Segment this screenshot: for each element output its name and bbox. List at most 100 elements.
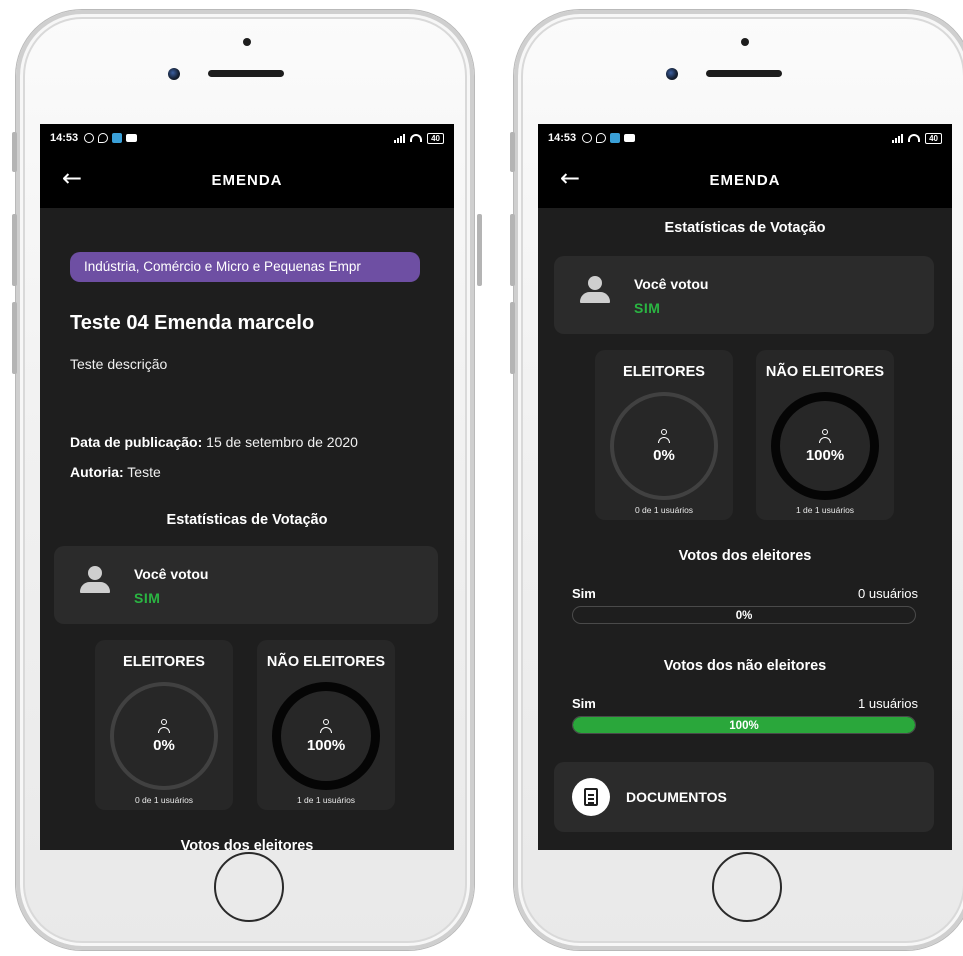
non-electors-title: NÃO ELEITORES xyxy=(266,654,386,670)
user-icon xyxy=(658,428,670,443)
user-icon xyxy=(819,428,831,443)
non-electors-title: NÃO ELEITORES xyxy=(765,364,885,380)
battery-icon: 40 xyxy=(427,132,444,144)
back-arrow-icon[interactable]: ← xyxy=(62,166,82,190)
elector-yes-bar: 0% xyxy=(572,606,916,624)
document-icon xyxy=(572,778,610,816)
category-chip[interactable]: Indústria, Comércio e Micro e Pequenas E… xyxy=(70,252,420,282)
status-bar: 14:53 40 xyxy=(538,124,952,152)
earpiece xyxy=(208,70,284,77)
alarm-icon xyxy=(84,133,95,143)
volume-down-button xyxy=(510,302,515,374)
earpiece xyxy=(706,70,782,77)
publication-date-value: 15 de setembro de 2020 xyxy=(202,434,358,450)
sensor-dot xyxy=(741,38,749,46)
elector-yes-label: Sim xyxy=(572,586,596,601)
elector-votes-title: Votos dos eleitores xyxy=(678,548,812,564)
your-vote-label: Você votou xyxy=(134,566,209,582)
non-electors-percent: 100% xyxy=(306,736,346,754)
volume-up-button xyxy=(12,214,17,286)
electors-footer: 0 de 1 usuários xyxy=(634,505,694,515)
status-time: 14:53 xyxy=(548,132,577,144)
your-vote-card: Você votou SIM xyxy=(54,546,438,624)
front-camera xyxy=(666,68,678,80)
message-icon xyxy=(610,133,621,143)
non-electors-card: NÃO ELEITORES 100% 1 de 1 usuários xyxy=(257,640,395,810)
wifi-icon xyxy=(410,134,423,142)
person-icon xyxy=(578,276,612,306)
documents-label: DOCUMENTOS xyxy=(626,789,727,805)
non-elector-yes-label: Sim xyxy=(572,696,596,711)
volume-up-button xyxy=(510,214,515,286)
non-electors-footer: 1 de 1 usuários xyxy=(795,505,855,515)
author: Autoria: Teste xyxy=(70,464,161,480)
youtube-icon xyxy=(624,134,636,142)
home-button[interactable] xyxy=(712,852,782,922)
status-time: 14:53 xyxy=(50,132,79,144)
elector-yes-count: 0 usuários xyxy=(858,586,918,601)
elector-votes-title: Votos dos eleitores xyxy=(180,838,314,850)
electors-percent: 0% xyxy=(153,736,175,754)
user-icon xyxy=(320,718,332,733)
emenda-title: Teste 04 Emenda marcelo xyxy=(70,312,315,334)
volume-down-button xyxy=(12,302,17,374)
front-camera xyxy=(168,68,180,80)
page-title: EMENDA xyxy=(211,171,283,189)
non-elector-yes-percent: 100% xyxy=(729,720,759,732)
your-vote-label: Você votou xyxy=(634,276,709,292)
non-elector-yes-bar: 100% xyxy=(572,716,916,734)
your-vote-value: SIM xyxy=(634,300,661,316)
electors-ring: 0% xyxy=(610,392,718,500)
documents-button[interactable]: DOCUMENTOS xyxy=(554,762,934,832)
whatsapp-icon xyxy=(98,133,109,143)
status-bar: 14:53 40 xyxy=(40,124,454,152)
user-icon xyxy=(158,718,170,733)
screen: 14:53 40 ← EMENDA Estatísticas de Votaçã… xyxy=(538,124,952,850)
signal-icon xyxy=(394,133,406,143)
mute-switch xyxy=(510,132,515,172)
sensor-dot xyxy=(243,38,251,46)
whatsapp-icon xyxy=(596,133,607,143)
voting-stats-title: Estatísticas de Votação xyxy=(166,512,328,528)
phone-frame-right: 14:53 40 ← EMENDA Estatísticas de Votaçã… xyxy=(510,10,963,950)
mute-switch xyxy=(12,132,17,172)
power-button xyxy=(477,214,482,286)
your-vote-value: SIM xyxy=(134,590,161,606)
publication-date: Data de publicação: 15 de setembro de 20… xyxy=(70,434,358,450)
author-value: Teste xyxy=(123,464,161,480)
app-bar: ← EMENDA xyxy=(40,152,454,208)
battery-icon: 40 xyxy=(925,132,942,144)
electors-card: ELEITORES 0% 0 de 1 usuários xyxy=(95,640,233,810)
person-icon xyxy=(78,566,112,596)
voting-stats-title: Estatísticas de Votação xyxy=(664,220,826,236)
electors-footer: 0 de 1 usuários xyxy=(134,795,194,805)
non-electors-ring: 100% xyxy=(771,392,879,500)
electors-title: ELEITORES xyxy=(623,364,705,380)
message-icon xyxy=(112,133,123,143)
emenda-description: Teste descrição xyxy=(70,356,168,372)
non-electors-footer: 1 de 1 usuários xyxy=(296,795,356,805)
electors-title: ELEITORES xyxy=(123,654,205,670)
electors-percent: 0% xyxy=(653,446,675,464)
your-vote-card: Você votou SIM xyxy=(554,256,934,334)
page-title: EMENDA xyxy=(709,171,781,189)
electors-ring: 0% xyxy=(110,682,218,790)
home-button[interactable] xyxy=(214,852,284,922)
signal-icon xyxy=(892,133,904,143)
phone-frame-left: 14:53 40 ← EMENDA Indústria, Comércio e … xyxy=(12,10,482,950)
content: Estatísticas de Votação Você votou SIM E… xyxy=(538,208,952,850)
non-electors-percent: 100% xyxy=(805,446,845,464)
non-electors-ring: 100% xyxy=(272,682,380,790)
wifi-icon xyxy=(908,134,921,142)
non-electors-card: NÃO ELEITORES 100% 1 de 1 usuários xyxy=(756,350,894,520)
electors-card: ELEITORES 0% 0 de 1 usuários xyxy=(595,350,733,520)
alarm-icon xyxy=(582,133,593,143)
youtube-icon xyxy=(126,134,138,142)
author-label: Autoria: xyxy=(70,464,124,480)
non-elector-votes-title: Votos dos não eleitores xyxy=(663,658,827,674)
back-arrow-icon[interactable]: ← xyxy=(560,166,580,190)
non-elector-yes-count: 1 usuários xyxy=(858,696,918,711)
publication-date-label: Data de publicação: xyxy=(70,434,203,450)
content: Indústria, Comércio e Micro e Pequenas E… xyxy=(40,208,454,850)
app-bar: ← EMENDA xyxy=(538,152,952,208)
